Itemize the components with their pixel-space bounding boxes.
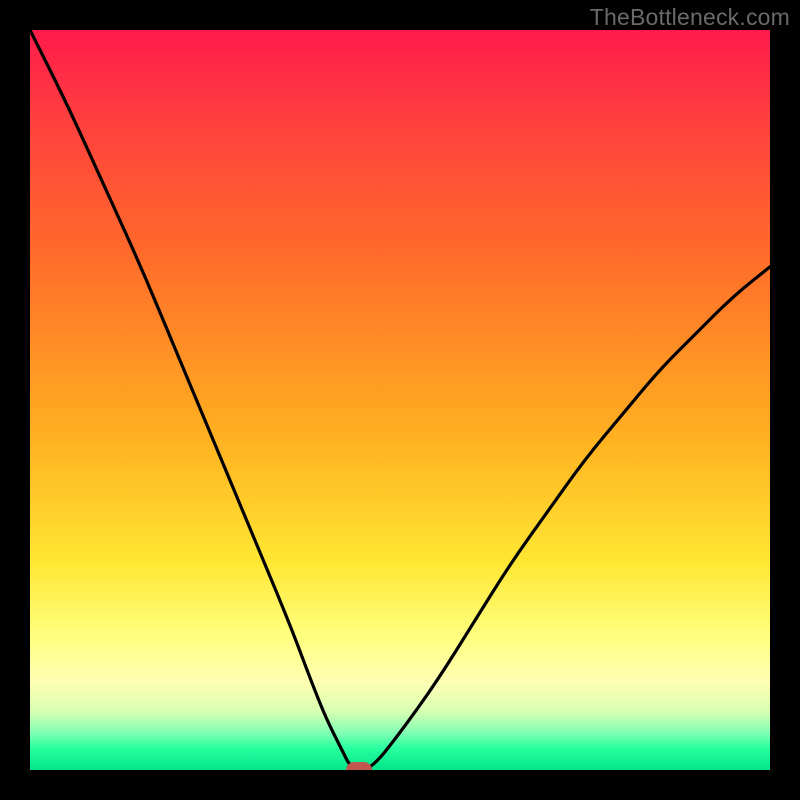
bottleneck-curve	[30, 30, 770, 770]
watermark-text: TheBottleneck.com	[590, 4, 790, 31]
outer-frame: TheBottleneck.com	[0, 0, 800, 800]
plot-area	[30, 30, 770, 770]
optimum-marker	[346, 762, 372, 770]
